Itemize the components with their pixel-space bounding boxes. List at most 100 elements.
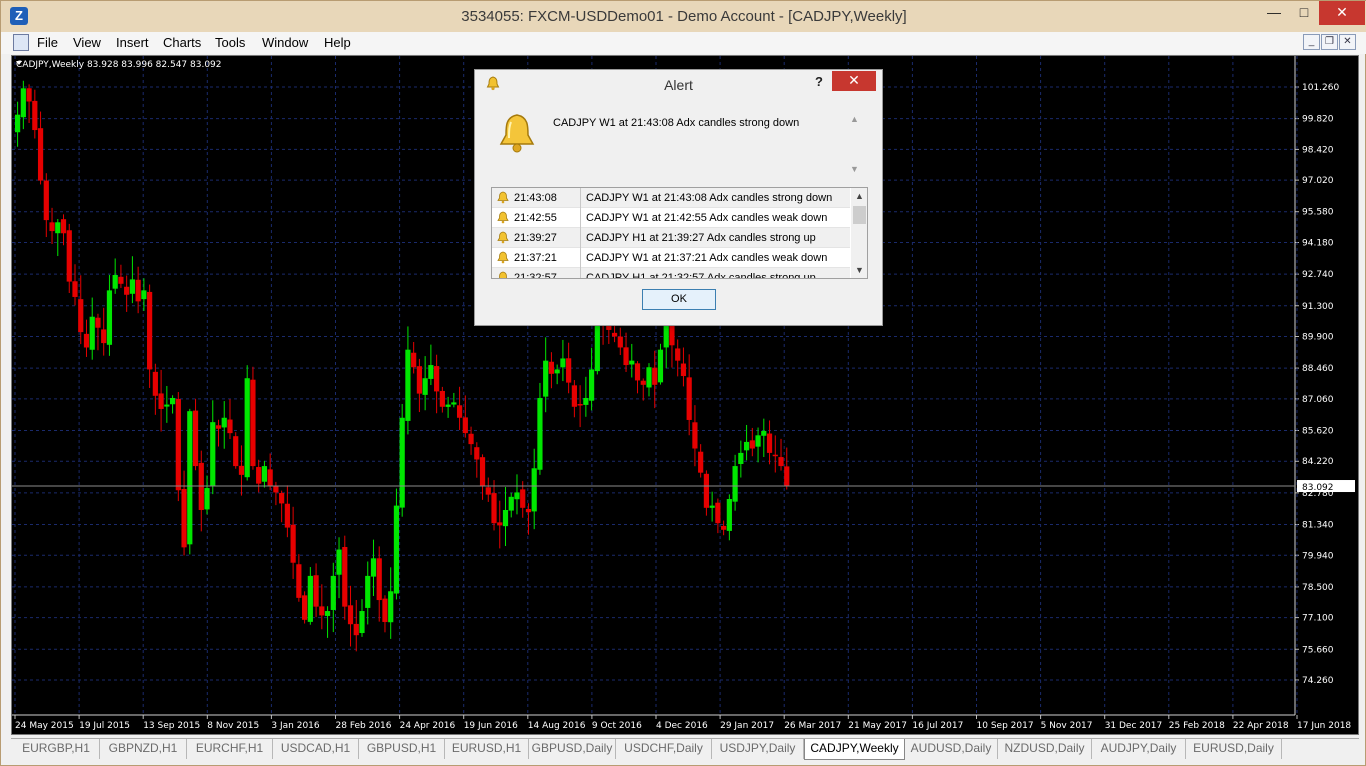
tab-audusd-daily[interactable]: AUDUSD,Daily (905, 739, 998, 759)
candle-bull[interactable] (141, 290, 147, 300)
candle-bull[interactable] (508, 496, 514, 511)
tab-usdcad-h1[interactable]: USDCAD,H1 (273, 739, 359, 759)
candle-bear[interactable] (456, 405, 463, 418)
candle-bull[interactable] (129, 279, 135, 294)
candle-bear[interactable] (60, 219, 67, 234)
tab-nzdusd-daily[interactable]: NZDUSD,Daily (998, 739, 1092, 759)
candle-bear[interactable] (72, 281, 78, 297)
alert-close-button[interactable]: ✕ (832, 71, 876, 91)
candle-bear[interactable] (227, 419, 233, 434)
candle-bull[interactable] (336, 549, 342, 575)
candle-bear[interactable] (267, 469, 273, 486)
candle-bear[interactable] (766, 433, 773, 453)
close-button[interactable]: ✕ (1319, 1, 1365, 25)
candle-bull[interactable] (743, 441, 750, 451)
candle-bear[interactable] (302, 595, 308, 620)
candle-bear[interactable] (772, 454, 778, 457)
candle-bull[interactable] (330, 575, 336, 610)
candle-bear[interactable] (416, 366, 422, 394)
scroll-down-icon[interactable]: ▼ (850, 164, 859, 174)
tab-gbpusd-h1[interactable]: GBPUSD,H1 (359, 739, 445, 759)
candle-bear[interactable] (353, 623, 359, 636)
candle-bear[interactable] (66, 230, 72, 282)
candle-bear[interactable] (692, 422, 698, 449)
title-bar[interactable]: Z 3534055: FXCM-USDDemo01 - Demo Account… (1, 1, 1366, 32)
candle-bear[interactable] (698, 451, 704, 473)
candle-bull[interactable] (560, 358, 566, 368)
candle-bull[interactable] (646, 367, 652, 388)
candle-bull[interactable] (106, 290, 113, 345)
candle-bull[interactable] (738, 452, 744, 464)
minimize-button[interactable]: — (1259, 1, 1289, 25)
candle-bear[interactable] (721, 525, 727, 530)
candle-bull[interactable] (221, 417, 227, 428)
candle-bull[interactable] (537, 397, 543, 470)
tab-eurusd-h1[interactable]: EURUSD,H1 (445, 739, 529, 759)
tab-eurgbp-h1[interactable]: EURGBP,H1 (13, 739, 100, 759)
candle-bull[interactable] (428, 365, 434, 379)
candle-bull[interactable] (451, 402, 457, 405)
candle-bear[interactable] (634, 363, 641, 381)
candle-bull[interactable] (393, 505, 400, 594)
candle-bear[interactable] (32, 100, 38, 131)
candle-bear[interactable] (703, 473, 709, 508)
menu-view[interactable]: View (73, 35, 101, 50)
menu-window[interactable]: Window (262, 35, 308, 50)
candle-bull[interactable] (388, 591, 394, 623)
candle-bull[interactable] (399, 417, 405, 508)
candle-bear[interactable] (675, 348, 681, 361)
candle-bear[interactable] (26, 88, 32, 102)
candle-bear[interactable] (215, 425, 222, 429)
mdi-restore-button[interactable]: ❐ (1321, 34, 1338, 50)
candle-bear[interactable] (715, 502, 721, 524)
candle-bear[interactable] (273, 486, 279, 493)
menu-insert[interactable]: Insert (116, 35, 149, 50)
candle-bull[interactable] (445, 404, 451, 407)
list-scroll-thumb[interactable] (853, 206, 866, 224)
candle-bull[interactable] (359, 611, 365, 634)
candle-bear[interactable] (296, 564, 302, 598)
candle-bear[interactable] (686, 377, 692, 420)
candle-bear[interactable] (233, 436, 239, 467)
candle-bear[interactable] (525, 508, 532, 513)
candle-bull[interactable] (589, 369, 595, 401)
tab-cadjpy-weekly[interactable]: CADJPY,Weekly (804, 739, 905, 760)
candle-bear[interactable] (152, 371, 158, 396)
tab-gbpnzd-h1[interactable]: GBPNZD,H1 (100, 739, 187, 759)
candle-bear[interactable] (250, 379, 256, 467)
candle-bear[interactable] (479, 457, 486, 486)
candle-bull[interactable] (204, 488, 210, 510)
candle-bear[interactable] (124, 286, 130, 295)
candle-bear[interactable] (118, 276, 124, 284)
candle-bear[interactable] (468, 433, 474, 445)
candle-bear[interactable] (462, 417, 468, 434)
menu-charts[interactable]: Charts (163, 35, 201, 50)
menu-file[interactable]: File (37, 35, 58, 50)
candle-bear[interactable] (611, 332, 618, 337)
tab-audjpy-daily[interactable]: AUDJPY,Daily (1092, 739, 1186, 759)
alert-history-row[interactable]: 21:43:08 CADJPY W1 at 21:43:08 Adx candle… (492, 188, 850, 208)
chart-document-icon[interactable] (13, 34, 29, 51)
candle-bull[interactable] (422, 378, 428, 395)
candle-bull[interactable] (324, 611, 331, 616)
candle-bear[interactable] (284, 503, 290, 528)
message-scrollbar[interactable]: ▲ ▼ (850, 114, 864, 180)
mdi-close-button[interactable]: ✕ (1339, 34, 1356, 50)
candle-bear[interactable] (382, 598, 388, 623)
candle-bear[interactable] (680, 363, 687, 377)
list-scroll-up-icon[interactable]: ▲ (851, 188, 867, 204)
candle-bull[interactable] (55, 222, 61, 234)
candle-bear[interactable] (548, 361, 555, 374)
candle-bear[interactable] (623, 347, 629, 366)
candle-bear[interactable] (83, 333, 90, 348)
candle-bear[interactable] (43, 180, 49, 221)
candle-bear[interactable] (617, 336, 623, 348)
candle-bull[interactable] (709, 505, 715, 508)
candle-bull[interactable] (502, 510, 509, 527)
candle-bull[interactable] (244, 378, 250, 478)
candle-bear[interactable] (640, 380, 646, 385)
candle-bull[interactable] (89, 316, 95, 350)
candle-bear[interactable] (95, 317, 101, 328)
candle-bear[interactable] (181, 489, 187, 548)
tab-usdjpy-daily[interactable]: USDJPY,Daily (712, 739, 804, 759)
